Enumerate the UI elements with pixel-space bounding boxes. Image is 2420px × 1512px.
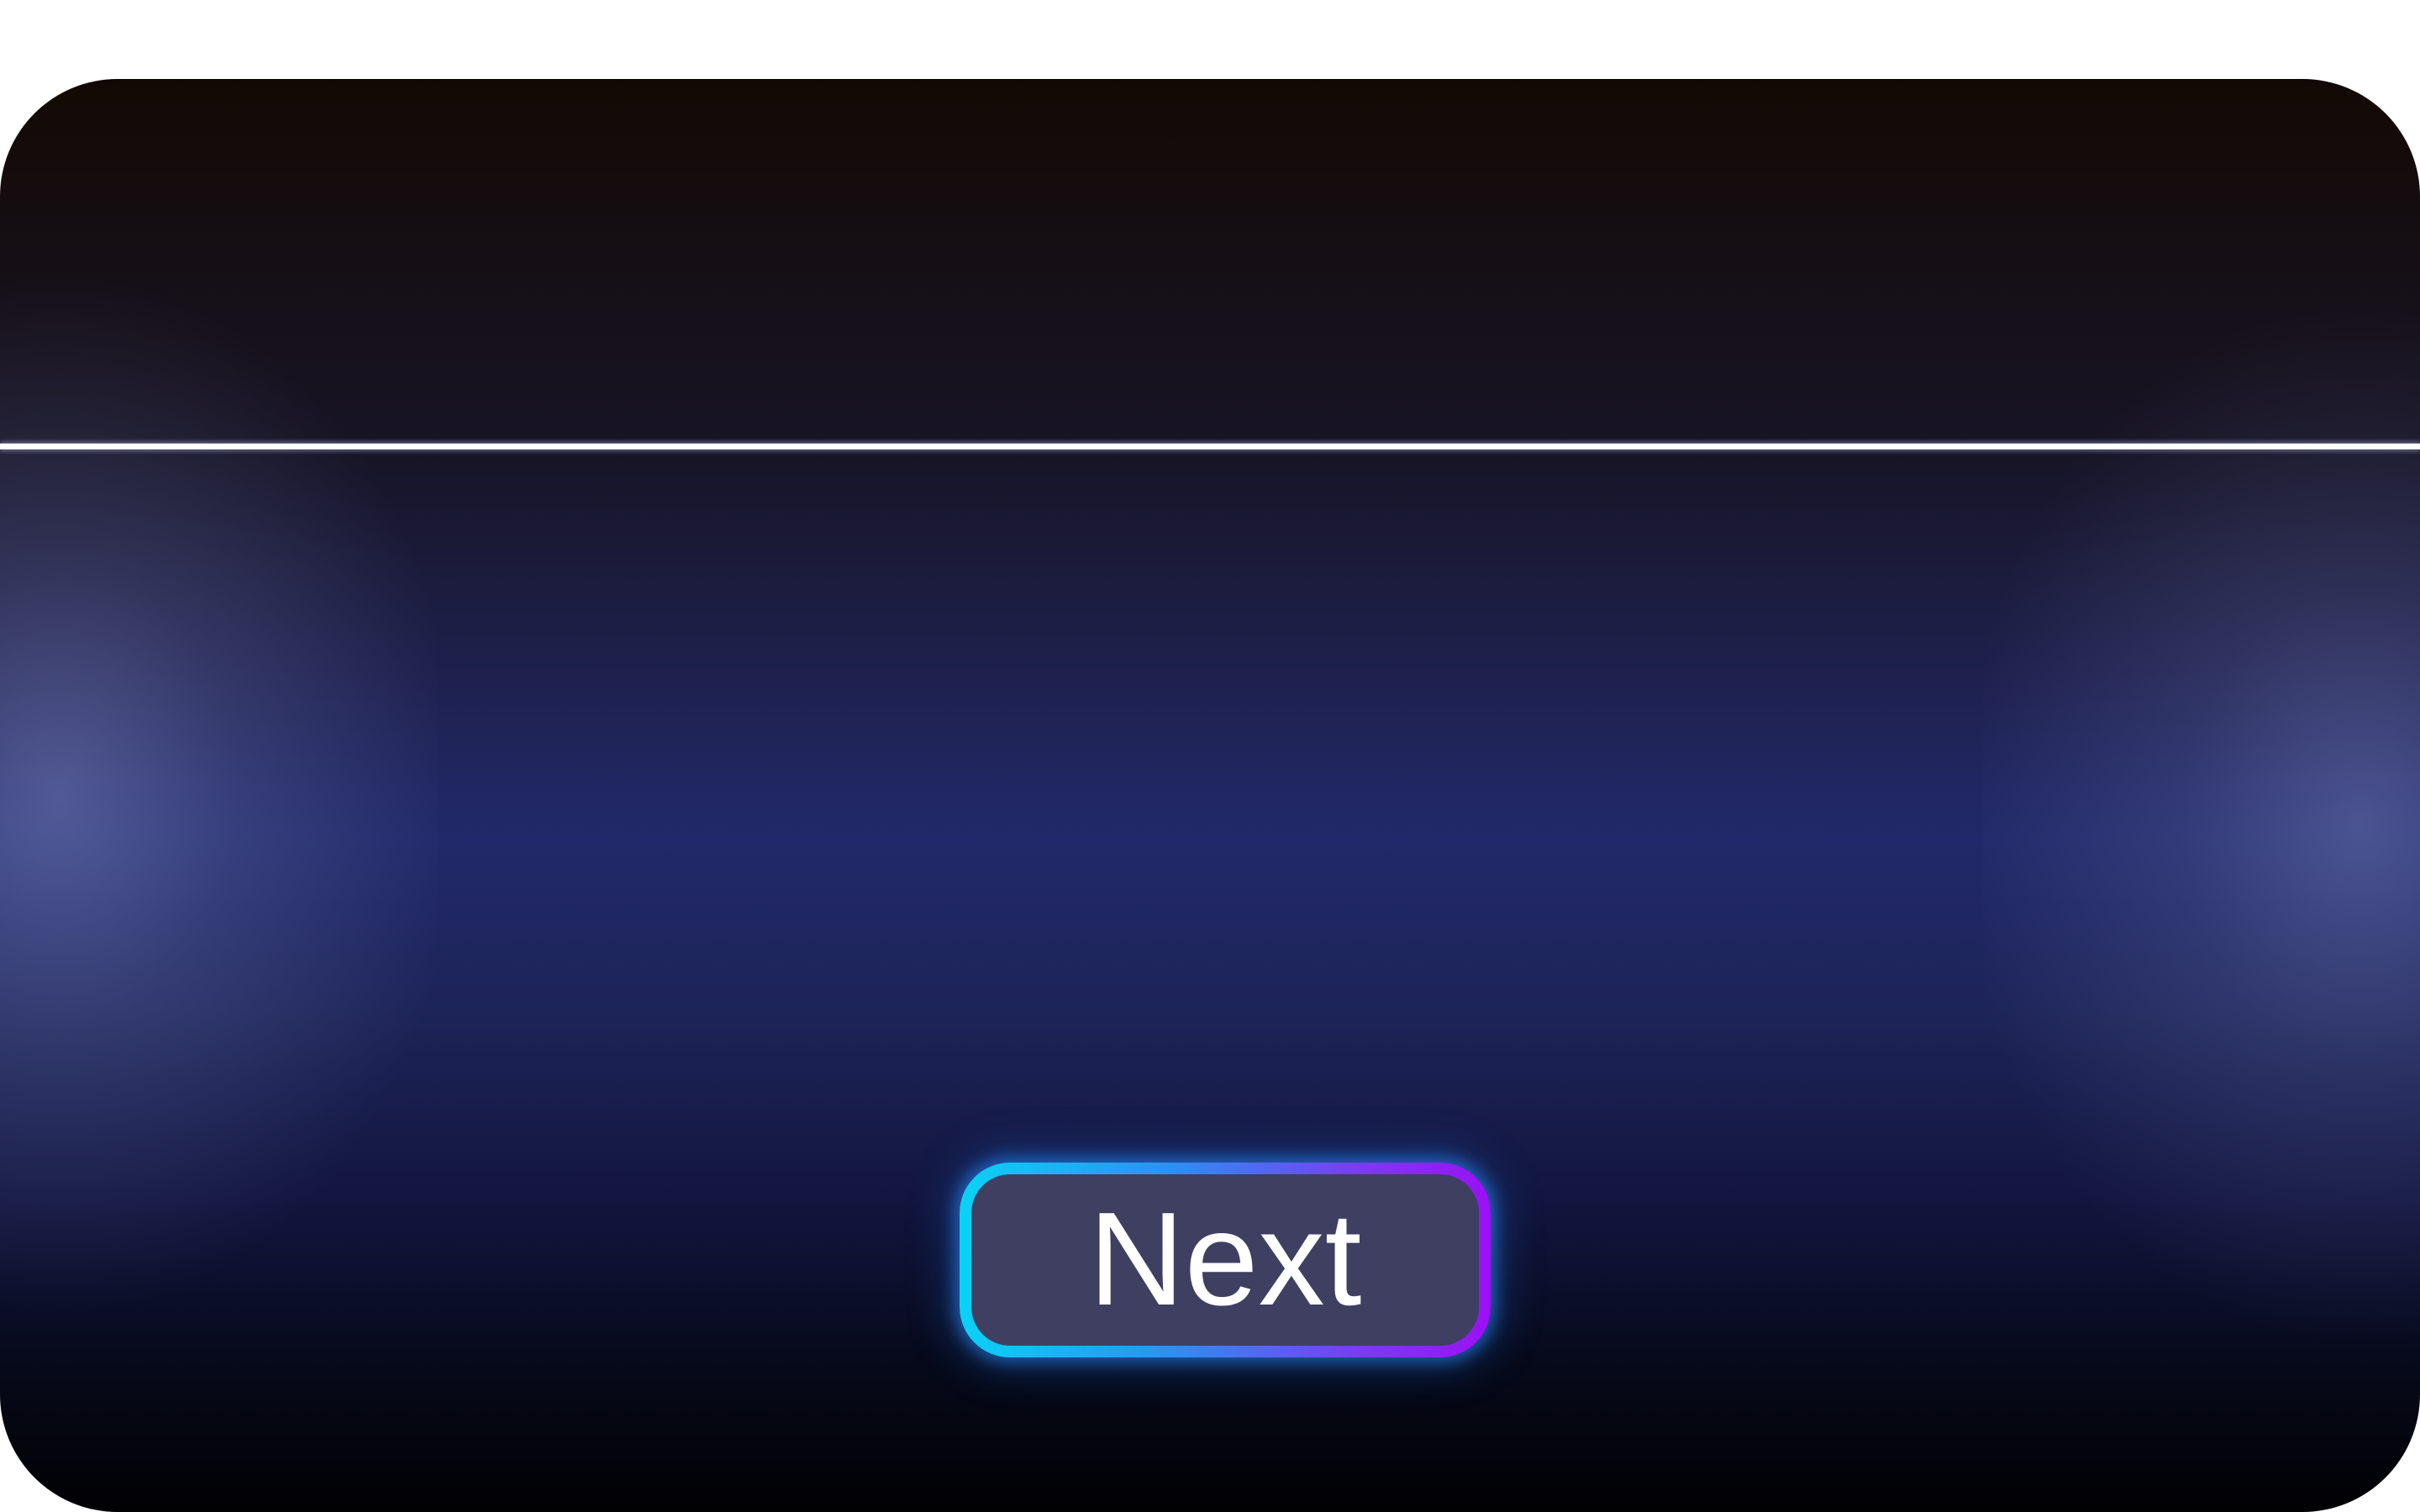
next-button[interactable]: Next — [960, 1163, 1491, 1357]
right-ambient-glow — [1983, 79, 2420, 1512]
horizontal-divider — [0, 444, 2420, 449]
left-ambient-glow — [0, 79, 437, 1512]
app-screen: Next — [0, 79, 2420, 1512]
next-button-label: Next — [1088, 1185, 1362, 1333]
